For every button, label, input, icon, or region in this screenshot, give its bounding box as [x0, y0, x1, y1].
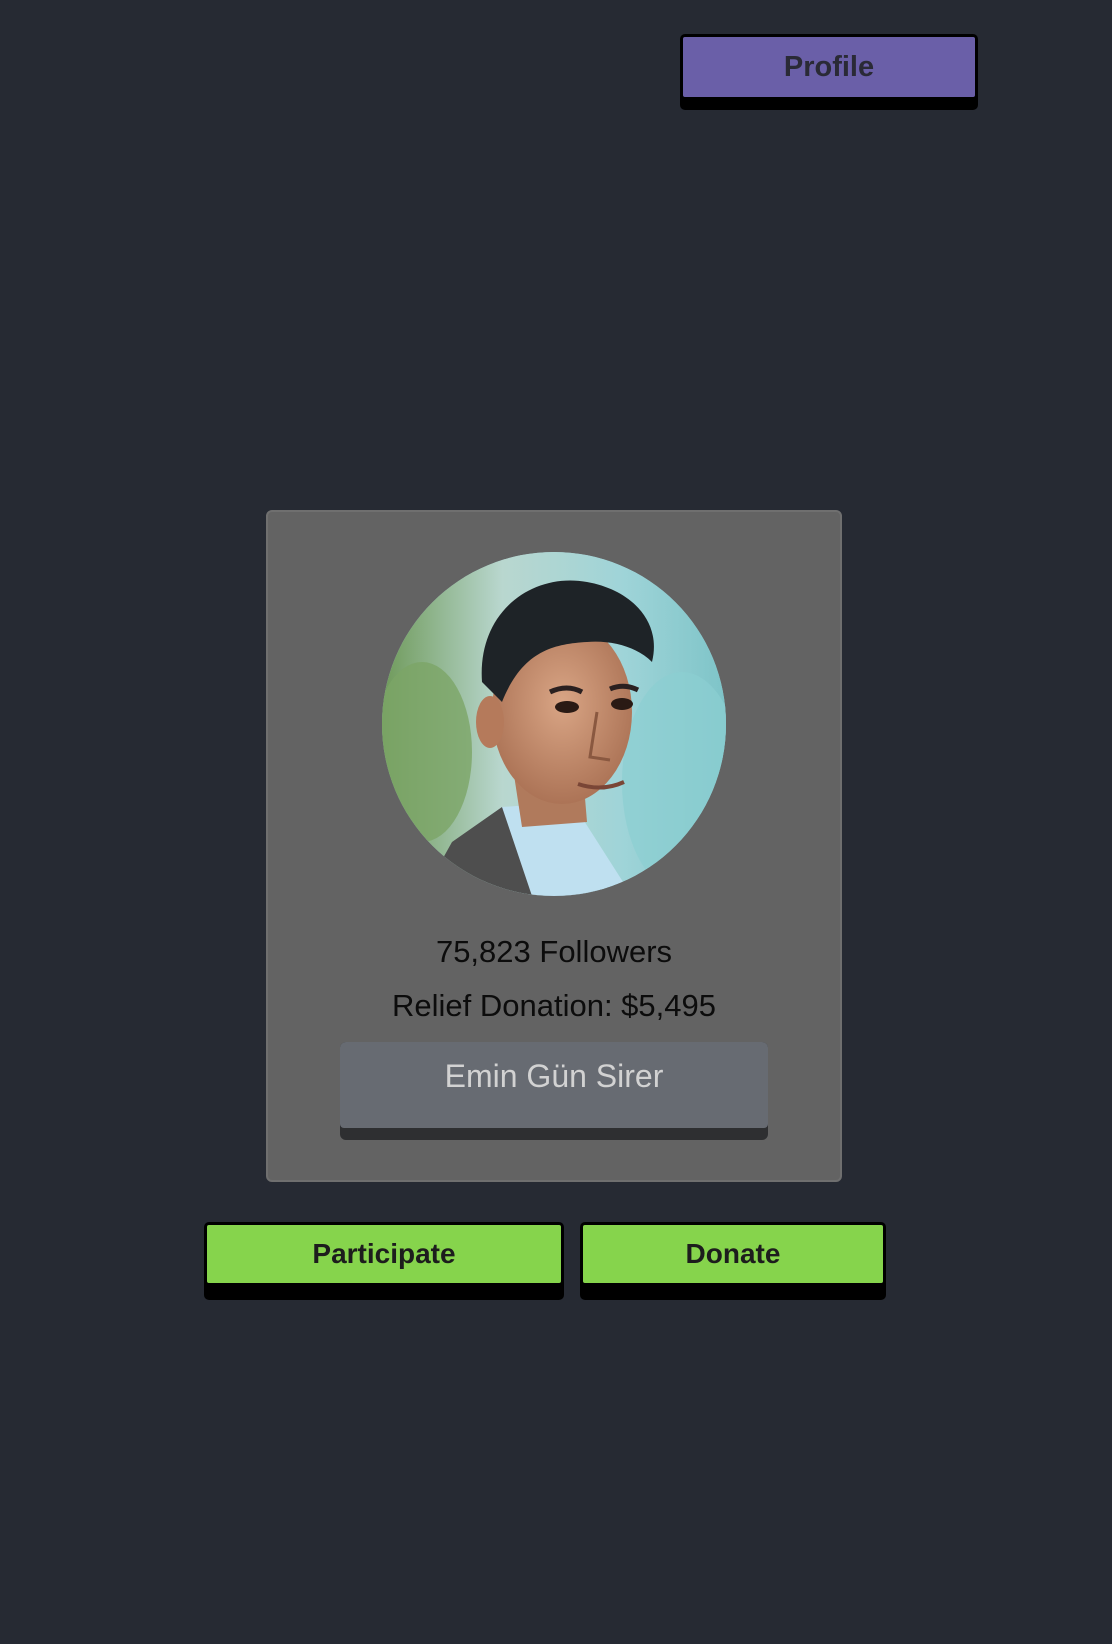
profile-button-label: Profile — [683, 37, 975, 97]
profile-button[interactable]: Profile — [680, 34, 978, 110]
avatar — [382, 552, 726, 896]
name-button-label: Emin Gün Sirer — [340, 1042, 768, 1128]
app-page: Profile 75,823 Followers Relief Donation… — [0, 0, 1112, 1644]
donate-button[interactable]: Donate — [580, 1222, 886, 1300]
profile-card: 75,823 Followers Relief Donation: $5,495… — [266, 510, 842, 1182]
participate-button-label: Participate — [207, 1225, 561, 1283]
followers-count: 75,823 Followers — [435, 934, 673, 969]
name-button[interactable]: Emin Gün Sirer — [340, 1042, 768, 1140]
relief-donation-amount: Relief Donation: $5,495 — [391, 988, 716, 1023]
person-portrait-icon — [382, 552, 726, 896]
donate-button-label: Donate — [583, 1225, 883, 1283]
participate-button[interactable]: Participate — [204, 1222, 564, 1300]
